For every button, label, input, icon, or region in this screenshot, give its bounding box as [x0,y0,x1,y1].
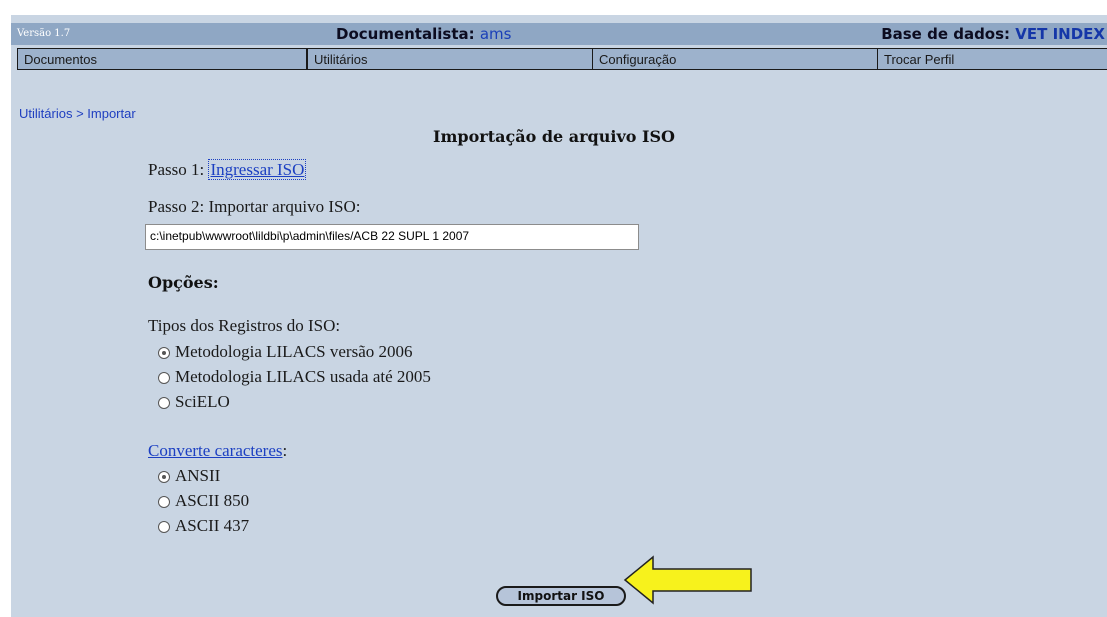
menu-item-configuracao[interactable]: Configuração [592,48,878,70]
step1-label: Passo 1: [148,160,205,179]
convert-characters-link[interactable]: Converte caracteres [148,441,283,460]
iso-path-input[interactable]: c:\inetpub\wwwroot\lildbi\p\admin\files/… [145,224,639,250]
documentalist-label: Documentalista: [336,25,475,43]
radio-label: SciELO [175,392,230,411]
radio-label: Metodologia LILACS versão 2006 [175,342,413,361]
record-types-label: Tipos dos Registros do ISO: [148,316,341,335]
header-bar: Versão 1.7 Documentalista: ams Base de d… [11,23,1107,45]
import-iso-button[interactable]: Importar ISO [496,586,626,606]
version-label: Versão 1.7 [17,28,71,39]
radio-label: Metodologia LILACS usada até 2005 [175,367,431,386]
radio-unselected-icon[interactable] [158,496,170,509]
documentalist-user: ams [479,25,512,43]
radio-selected-icon[interactable] [158,347,170,360]
database-label: Base de dados: [881,25,1011,43]
menu-item-trocar-perfil[interactable]: Trocar Perfil [877,48,1107,70]
breadcrumb[interactable]: Utilitários > Importar [19,106,136,121]
documentalist-info: Documentalista: ams [336,25,511,43]
step1-row: Passo 1: Ingressar ISO [148,159,307,180]
arrow-left-icon [623,555,752,605]
radio-selected-icon[interactable] [158,471,170,484]
radio-ascii-850[interactable]: ASCII 850 [158,491,249,511]
radio-label: ANSII [175,466,221,485]
radio-ansii[interactable]: ANSII [158,466,220,486]
menu-item-documentos[interactable]: Documentos [17,48,307,70]
radio-label: ASCII 437 [175,516,250,535]
radio-lilacs-2005[interactable]: Metodologia LILACS usada até 2005 [158,367,431,387]
radio-unselected-icon[interactable] [158,397,170,410]
step2-label: Passo 2: Importar arquivo ISO: [148,197,361,216]
arrow-shape [623,555,752,605]
main-menu: Documentos Utilitários Configuração Troc… [11,48,1107,72]
menu-item-utilitarios[interactable]: Utilitários [307,48,597,70]
app-frame: Versão 1.7 Documentalista: ams Base de d… [11,15,1107,617]
radio-label: ASCII 850 [175,491,250,510]
ingressar-iso-link[interactable]: Ingressar ISO [208,159,307,180]
radio-lilacs-2006[interactable]: Metodologia LILACS versão 2006 [158,342,413,362]
options-heading: Opções: [148,273,219,292]
convert-characters-suffix: : [282,441,288,460]
database-info: Base de dados: VET INDEX [881,25,1105,43]
radio-unselected-icon[interactable] [158,372,170,385]
convert-characters-row: Converte caracteres: [148,441,287,461]
database-name: VET INDEX [1015,25,1105,43]
page-title: Importação de arquivo ISO [433,127,675,146]
radio-ascii-437[interactable]: ASCII 437 [158,516,249,536]
radio-scielo[interactable]: SciELO [158,392,230,412]
radio-unselected-icon[interactable] [158,521,170,534]
